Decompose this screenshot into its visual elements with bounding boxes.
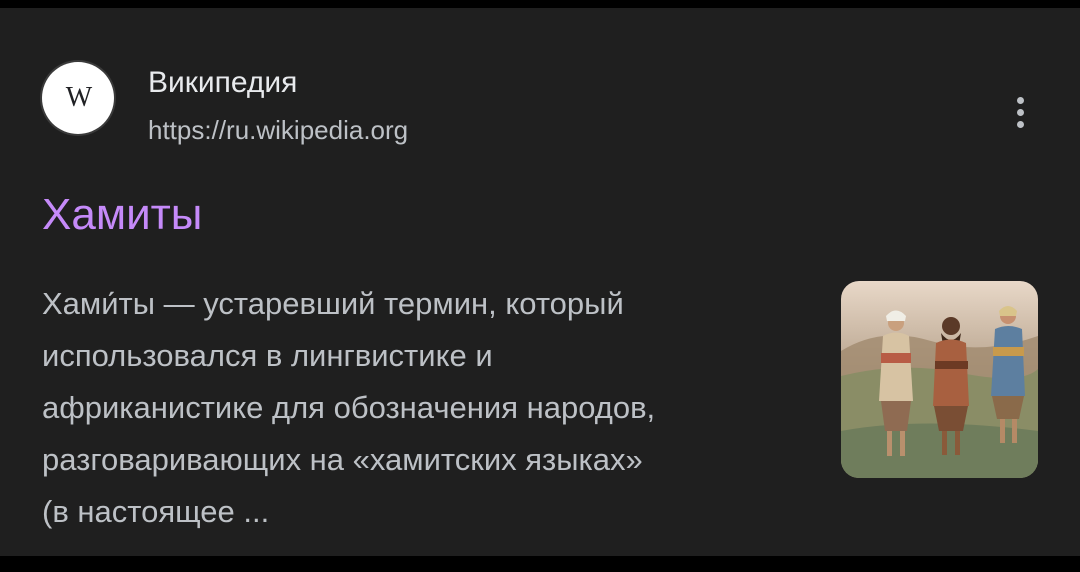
search-result-card[interactable]: W Википедия https://ru.wikipedia.org Хам… (0, 8, 1080, 556)
dot (1016, 96, 1024, 104)
snippet-line: использовался в лингвистике и (42, 338, 493, 373)
site-url[interactable]: https://ru.wikipedia.org (148, 115, 408, 146)
wikipedia-logo-icon: W (42, 62, 114, 134)
snippet-line: африканистике для обозначения народов, (42, 390, 656, 425)
dot (1016, 108, 1024, 116)
site-name[interactable]: Википедия (148, 66, 297, 100)
painting-thumbnail (841, 281, 1038, 478)
result-title-link[interactable]: Хамиты (42, 190, 202, 240)
result-thumbnail-image[interactable] (841, 281, 1038, 478)
favicon-letter: W (65, 82, 92, 113)
snippet-line: (в настоящее ... (42, 494, 270, 529)
snippet-line: Хами́ты — устаревший термин, который (42, 286, 624, 321)
more-options-icon[interactable] (1000, 90, 1040, 134)
result-snippet: Хами́ты — устаревший термин, который исп… (42, 278, 812, 538)
dot (1016, 120, 1024, 128)
snippet-line: разговаривающих на «хамитских языках» (42, 442, 643, 477)
